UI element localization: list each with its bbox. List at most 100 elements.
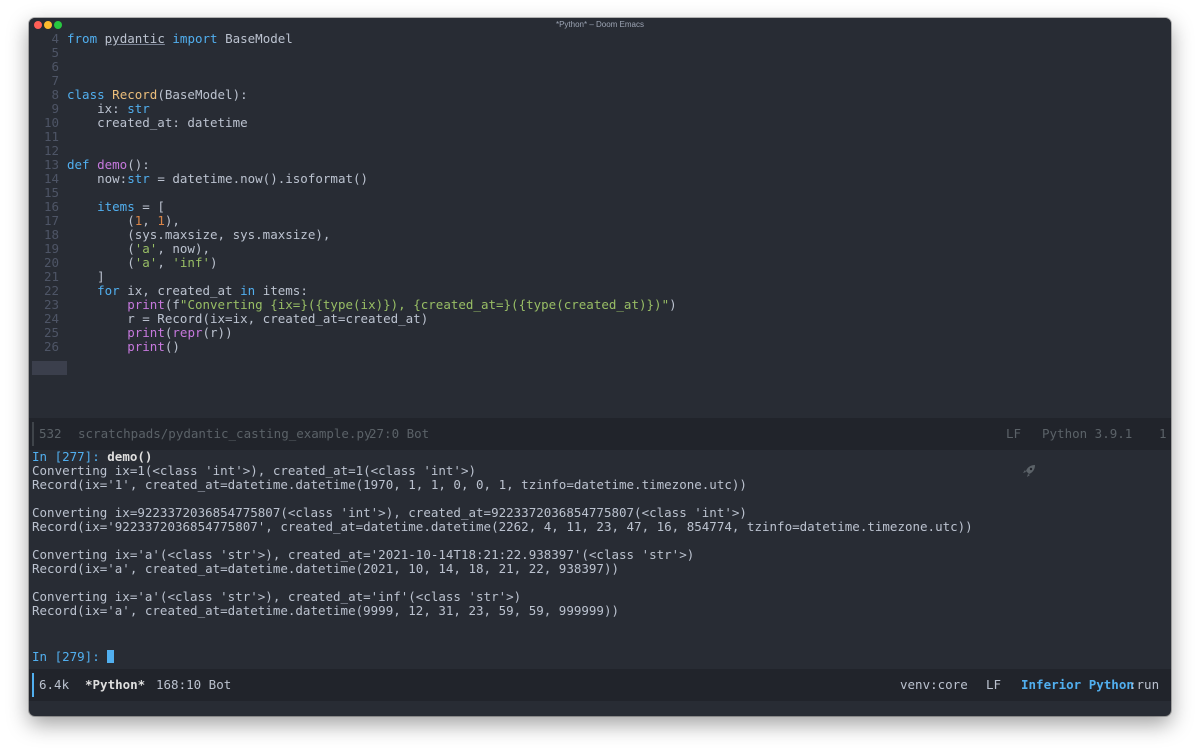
repl-output[interactable]: In [277]: demo() In [279]: Converting ix…	[29, 450, 1171, 669]
title-bar: *Python* – Doom Emacs	[29, 18, 1171, 32]
code-editor[interactable]: 4 from pydantic import BaseModel 5 6 7 8 class…	[29, 32, 1171, 394]
repl-modeline: 6.4k *Python* 168:10 Bot venv:core LF In…	[29, 669, 1171, 701]
eol-type[interactable]: LF	[1006, 418, 1021, 450]
code-line[interactable]: 4 from pydantic import BaseModel	[29, 32, 1171, 46]
repl-input-line: In [277]: demo()	[32, 450, 152, 464]
line-number: 14	[43, 171, 59, 186]
major-mode[interactable]: Python 3.9.1	[1042, 418, 1132, 450]
code-text: from pydantic import BaseModel	[67, 31, 293, 46]
code-line[interactable]: 24 r = Record(ix=ix, created_at=created_…	[29, 312, 1171, 326]
line-number: 22	[43, 283, 59, 298]
code-line[interactable]: 11	[29, 130, 1171, 144]
line-number: 26	[43, 339, 59, 354]
repl-output-line: Record(ix='1', created_at=datetime.datet…	[32, 477, 747, 492]
code-line[interactable]: 5	[29, 46, 1171, 60]
code-line[interactable]: 21 ]	[29, 270, 1171, 284]
code-text: print()	[127, 339, 180, 354]
line-number: 11	[43, 129, 59, 144]
line-number: 19	[43, 241, 59, 256]
code-text: (1, 1),	[67, 213, 180, 228]
repl-output-line: Converting ix=9223372036854775807(<class…	[32, 505, 747, 520]
code-line[interactable]: 15	[29, 186, 1171, 200]
code-line[interactable]: 25 print(repr(r))	[29, 326, 1171, 340]
repl-output-line: Record(ix='9223372036854775807', created…	[32, 519, 973, 534]
repl-output-line: Converting ix='a'(<class 'str'>), create…	[32, 547, 695, 562]
code-line[interactable]: 6	[29, 60, 1171, 74]
modeline-bar	[32, 422, 34, 446]
code-text: ('a', 'inf')	[67, 255, 218, 270]
line-number: 10	[43, 115, 59, 130]
code-line[interactable]: 9 ix: str	[29, 102, 1171, 116]
code-line[interactable]: 20 ('a', 'inf')	[29, 256, 1171, 270]
line-number: 7	[51, 73, 59, 88]
repl-prompt-current: In [279]:	[32, 649, 108, 664]
code-text: def demo():	[67, 157, 150, 172]
modeline-bar-active	[32, 673, 34, 697]
editor-modeline: 532 scratchpads/pydantic_casting_example…	[29, 418, 1171, 477]
repl-command: demo()	[107, 449, 153, 464]
line-number: 20	[43, 255, 59, 270]
line-number: 17	[43, 213, 59, 228]
repl-output-line: Converting ix=1(<class 'int'>), created_…	[32, 463, 477, 478]
buffer-size: 532	[39, 426, 62, 441]
emacs-window: *Python* – Doom Emacs 4 from pydantic imp…	[29, 18, 1171, 716]
line-number: 6	[51, 59, 59, 74]
code-line[interactable]: 16 items = [	[29, 200, 1171, 214]
line-number: 13	[43, 157, 59, 172]
code-line[interactable]: 17 (1, 1),	[29, 214, 1171, 228]
code-line[interactable]: 14 now:str = datetime.now().isoformat()	[29, 172, 1171, 186]
repl-prompt: In [277]:	[32, 449, 108, 464]
code-line[interactable]: 8 class Record(BaseModel):	[29, 88, 1171, 102]
code-line[interactable]: 19 ('a', now),	[29, 242, 1171, 256]
repl-output-line: Record(ix='a', created_at=datetime.datet…	[32, 603, 619, 618]
text-cursor	[107, 650, 115, 663]
repl-output-line: Converting ix='a'(<class 'str'>), create…	[32, 589, 522, 604]
code-text: now:str = datetime.now().isoformat()	[67, 171, 369, 186]
code-line[interactable]: 12	[29, 144, 1171, 158]
code-line[interactable]: 18 (sys.maxsize, sys.maxsize),	[29, 228, 1171, 242]
line-number: 4	[51, 31, 59, 46]
code-text: r = Record(ix=ix, created_at=created_at)	[67, 311, 429, 326]
eol-type[interactable]: LF	[986, 669, 1001, 701]
buffer-file-name[interactable]: scratchpads/pydantic_casting_example.py	[78, 418, 372, 450]
line-number: 23	[43, 297, 59, 312]
line-number: 24	[43, 311, 59, 326]
code-text: class Record(BaseModel):	[67, 87, 248, 102]
code-line[interactable]: 26 print()	[29, 340, 1171, 354]
code-text: (sys.maxsize, sys.maxsize),	[67, 227, 331, 242]
major-mode[interactable]: Inferior Python	[1021, 669, 1134, 701]
line-number: 16	[43, 199, 59, 214]
code-line[interactable]: 13 def demo():	[29, 158, 1171, 172]
hl-line-marker	[32, 361, 67, 375]
code-text: created_at: datetime	[67, 115, 248, 130]
venv-indicator[interactable]: venv:core	[900, 669, 968, 701]
code-line[interactable]: 23 print(f"Converting {ix=}({type(ix)}),…	[29, 298, 1171, 312]
line-number: 8	[51, 87, 59, 102]
code-text: for ix, created_at in items:	[97, 283, 308, 298]
line-number: 18	[43, 227, 59, 242]
code-text: print(repr(r))	[127, 325, 233, 340]
line-number: 15	[43, 185, 59, 200]
line-number: 25	[43, 325, 59, 340]
code-text: print(f"Converting {ix=}({type(ix)}), {c…	[127, 297, 677, 312]
checker-count[interactable]: 1	[1159, 418, 1167, 450]
rocket-icon[interactable]	[977, 426, 1036, 477]
cursor-position: 27:0 Bot	[369, 426, 430, 441]
line-number: 5	[51, 45, 59, 60]
window-title: *Python* – Doom Emacs	[555, 20, 645, 29]
code-text: ix: str	[67, 101, 150, 116]
repl-active-prompt[interactable]: In [279]:	[32, 649, 115, 664]
line-number: 9	[51, 101, 59, 116]
line-number: 12	[43, 143, 59, 158]
code-text: ('a', now),	[67, 241, 210, 256]
code-text: ]	[67, 269, 105, 284]
code-line[interactable]: 22 for ix, created_at in items:	[29, 284, 1171, 298]
buffer-size: 6.4k	[39, 677, 70, 692]
line-number: 21	[43, 269, 59, 284]
code-line[interactable]: 7	[29, 74, 1171, 88]
buffer-name[interactable]: *Python*	[85, 669, 145, 701]
code-text: items = [	[97, 199, 165, 214]
code-line[interactable]: 10 created_at: datetime	[29, 116, 1171, 130]
cursor-position: 168:10 Bot	[156, 677, 232, 692]
repl-output-line: Record(ix='a', created_at=datetime.datet…	[32, 561, 619, 576]
